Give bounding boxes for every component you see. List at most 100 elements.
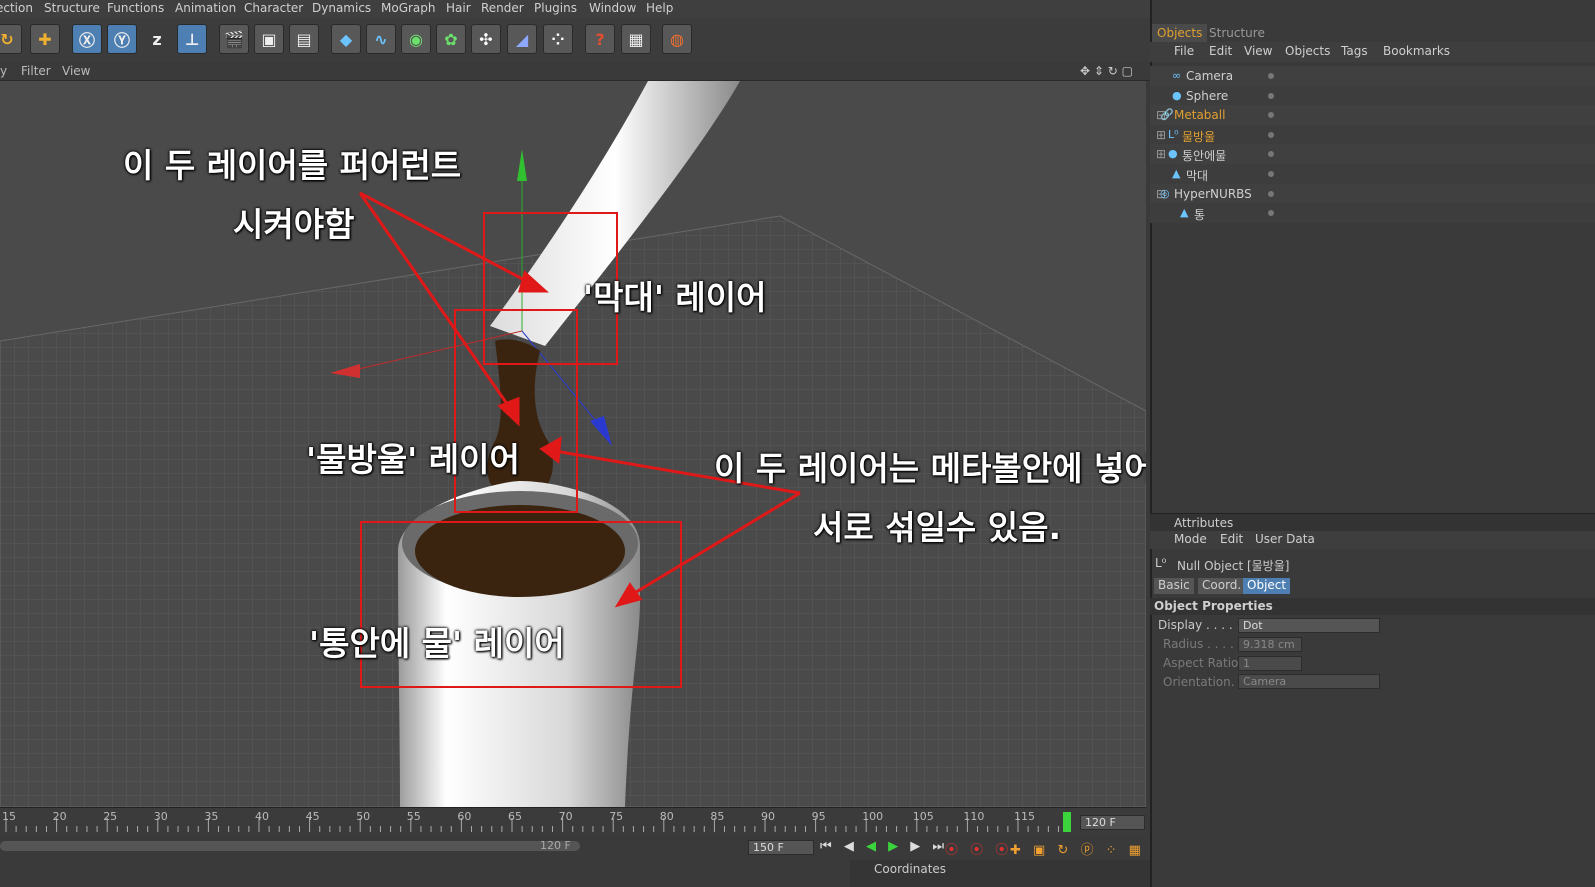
- menu-help[interactable]: Help: [646, 1, 673, 15]
- menu-dynamics[interactable]: Dynamics: [312, 1, 371, 15]
- annotation-metaball-line2: 서로 섞일수 있음.: [813, 508, 1062, 547]
- keyframe-mode-buttons[interactable]: ✚ ▣ ↻ ⓟ ⁘ ▦: [1010, 839, 1145, 858]
- object-row-5[interactable]: ⊞ ● 통안에물: [1150, 144, 1595, 165]
- visibility-dot-icon[interactable]: [1268, 210, 1274, 217]
- tab-objects[interactable]: Objects: [1152, 24, 1208, 42]
- render-picture-viewer-icon[interactable]: ▣: [254, 24, 284, 54]
- menu-functions[interactable]: Functions: [107, 1, 164, 15]
- deformer-icon[interactable]: ✣: [471, 24, 501, 54]
- objects-menu-tags[interactable]: Tags: [1341, 44, 1368, 58]
- object-row-1[interactable]: ∞ Camera: [1150, 66, 1595, 86]
- menu-window[interactable]: Window: [589, 1, 636, 15]
- viewport-nav-icons[interactable]: ✥ ⇕ ↻ ▢: [1080, 64, 1133, 78]
- spline-icon[interactable]: ∿: [366, 24, 396, 54]
- menu-render[interactable]: Render: [481, 1, 524, 15]
- menu-structure[interactable]: Structure: [44, 1, 100, 15]
- attributes-header: Attributes: [1150, 513, 1595, 532]
- object-row-4[interactable]: ⊞ L⁰ 물방울: [1150, 124, 1595, 145]
- attr-menu-edit[interactable]: Edit: [1220, 532, 1243, 546]
- annotation-parent-line2: 시켜야함: [233, 205, 355, 244]
- transport-buttons[interactable]: ⏮ ◀ ◀ ▶ ▶ ⏭: [820, 839, 948, 854]
- object-row-7[interactable]: ⊟ ◎ HyperNURBS: [1150, 183, 1595, 204]
- scene-object-icon[interactable]: ◢: [507, 24, 537, 54]
- end-frame-field[interactable]: 120 F: [1080, 815, 1145, 830]
- timeline-icon[interactable]: ▦: [621, 24, 651, 54]
- particle-icon[interactable]: ⁘: [543, 24, 573, 54]
- water-in-cup: [415, 505, 625, 597]
- render-settings-icon[interactable]: ▤: [289, 24, 319, 54]
- nurbs-icon[interactable]: ◉: [401, 24, 431, 54]
- z-axis-lock-icon[interactable]: z: [142, 24, 172, 54]
- radius-field[interactable]: 9.318 cm: [1238, 637, 1302, 652]
- attr-menu-user-data[interactable]: User Data: [1255, 532, 1315, 546]
- viewport-menu-display[interactable]: y: [0, 64, 7, 78]
- timeline-ruler[interactable]: 15 20 25 30 35 40 45 50 55 60 65 70 75 80 85 90 95 100 105…: [0, 807, 1146, 836]
- visibility-dot-icon[interactable]: [1268, 131, 1274, 138]
- y-axis-lock-icon[interactable]: Ⓨ: [107, 24, 137, 54]
- objects-menu-edit[interactable]: Edit: [1209, 44, 1232, 58]
- object-row-2[interactable]: ● Sphere: [1150, 85, 1595, 106]
- visibility-dot-icon[interactable]: [1268, 112, 1274, 119]
- frame-range-slider[interactable]: [0, 841, 580, 851]
- timeline-tick-label: 85: [710, 810, 725, 823]
- cube-primitive-icon[interactable]: ◆: [331, 24, 361, 54]
- menu-animation[interactable]: Animation: [175, 1, 236, 15]
- globe-icon[interactable]: ◍: [662, 24, 692, 54]
- menu-selection[interactable]: ection: [0, 1, 33, 15]
- object-type-icon: L⁰: [1168, 127, 1179, 141]
- menu-plugins[interactable]: Plugins: [534, 1, 577, 15]
- x-axis-lock-icon[interactable]: Ⓧ: [72, 24, 102, 54]
- aspect-ratio-field[interactable]: 1: [1238, 656, 1302, 671]
- coordinates-panel: Coordinates: [850, 860, 1150, 887]
- object-row-6[interactable]: ▲ 막대: [1150, 164, 1595, 184]
- rotate-tool-icon[interactable]: ↻: [0, 24, 22, 54]
- visibility-dot-icon[interactable]: [1268, 73, 1274, 79]
- max-frame-field[interactable]: 150 F: [748, 840, 814, 855]
- objects-menu-file[interactable]: File: [1174, 44, 1194, 58]
- orientation-dropdown[interactable]: Camera: [1238, 674, 1380, 689]
- menu-character[interactable]: Character: [244, 1, 303, 15]
- attr-tab-coord[interactable]: Coord.: [1198, 578, 1246, 594]
- attributes-menu: Mode Edit User Data: [1150, 531, 1595, 549]
- coordinate-system-icon[interactable]: ⊥: [177, 24, 207, 54]
- timeline-tick-label: 105: [912, 810, 934, 823]
- objects-menu-view[interactable]: View: [1244, 44, 1272, 58]
- tab-structure[interactable]: Structure: [1204, 24, 1270, 42]
- visibility-dot-icon[interactable]: [1268, 171, 1274, 177]
- object-name: 통: [1194, 208, 1206, 223]
- object-type-icon: ●: [1172, 88, 1182, 102]
- timeline-tick-label: 25: [103, 810, 118, 823]
- menu-mograph[interactable]: MoGraph: [381, 1, 436, 15]
- menu-hair[interactable]: Hair: [446, 1, 471, 15]
- expand-toggle-icon[interactable]: ⊞: [1156, 128, 1166, 142]
- section-title: Object Properties: [1154, 599, 1273, 613]
- timeline-tick-label: 110: [963, 810, 985, 823]
- playhead-marker[interactable]: [1063, 812, 1071, 832]
- array-icon[interactable]: ✿: [436, 24, 466, 54]
- attr-tab-basic[interactable]: Basic: [1154, 578, 1194, 594]
- record-buttons[interactable]: ⦿ ⦿ ⦿: [945, 839, 1012, 858]
- timeline-tick-label: 100: [862, 810, 884, 823]
- visibility-dot-icon[interactable]: [1268, 151, 1274, 158]
- visibility-dot-icon[interactable]: [1268, 190, 1274, 197]
- viewport-menu-filter[interactable]: Filter: [21, 64, 51, 78]
- objects-menu-objects[interactable]: Objects: [1285, 44, 1330, 58]
- 3d-viewport[interactable]: 이 두 레이어를 퍼어런트 시켜야함 '막대' 레이어 '물방울' 레이어 이 …: [0, 81, 1146, 807]
- attr-menu-mode[interactable]: Mode: [1174, 532, 1207, 546]
- annotation-drop-layer: '물방울' 레이어: [306, 440, 520, 479]
- display-dropdown[interactable]: Dot: [1238, 618, 1380, 633]
- render-view-icon[interactable]: 🎬: [219, 24, 249, 54]
- timeline-tick-label: 15: [2, 810, 16, 823]
- expand-toggle-icon[interactable]: ⊞: [1156, 147, 1166, 161]
- object-row-3[interactable]: ⊟ 🔗 Metaball: [1150, 105, 1595, 126]
- main-menu-bar: ection Structure Functions Animation Cha…: [0, 0, 1150, 18]
- visibility-dot-icon[interactable]: [1268, 92, 1274, 99]
- viewport-menu-view[interactable]: View: [62, 64, 90, 78]
- annotation-parent-line1: 이 두 레이어를 퍼어런트: [123, 146, 462, 185]
- attr-tab-object[interactable]: Object: [1243, 578, 1291, 594]
- object-row-8[interactable]: ▲ 통: [1150, 203, 1595, 224]
- object-name: Metaball: [1174, 108, 1226, 123]
- objects-menu-bookmarks[interactable]: Bookmarks: [1383, 44, 1450, 58]
- move-tool-icon[interactable]: ✚: [30, 24, 60, 54]
- help-pointer-icon[interactable]: ?: [585, 24, 615, 54]
